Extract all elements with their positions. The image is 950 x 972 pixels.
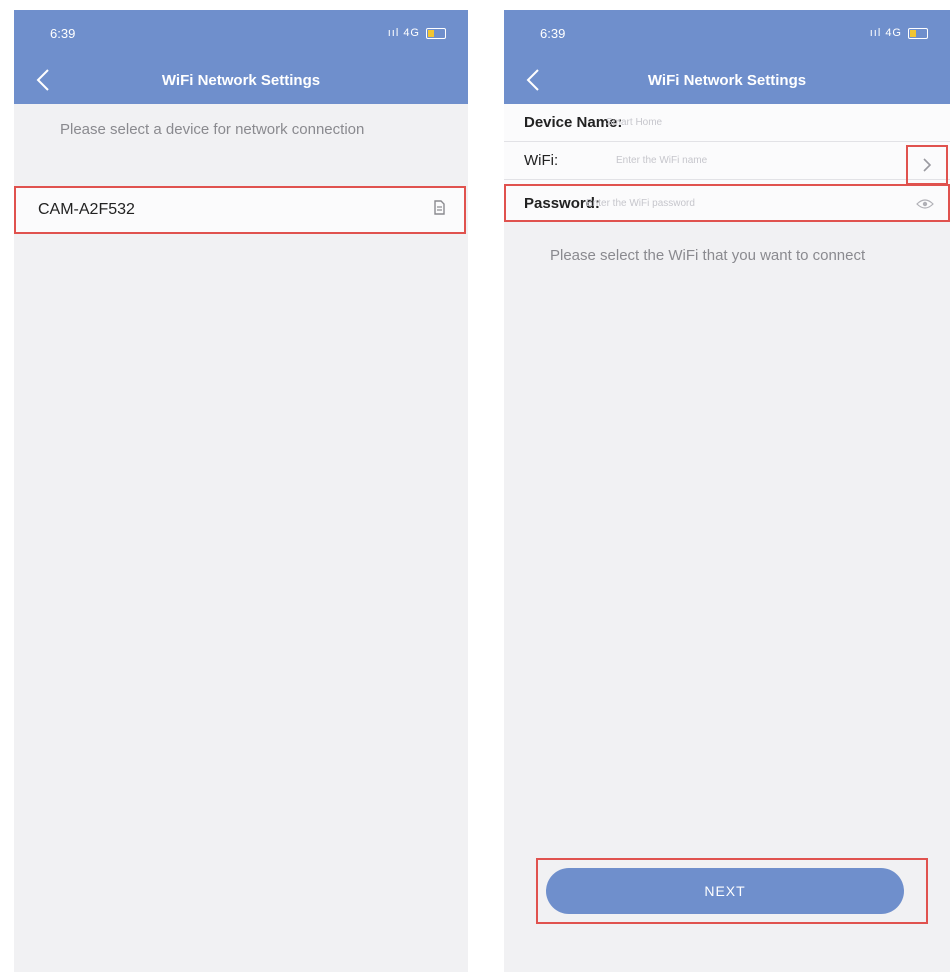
- password-input[interactable]: [584, 196, 788, 210]
- battery-icon: [426, 27, 446, 39]
- signal-icon: ııl 4G: [869, 27, 902, 39]
- back-button[interactable]: [32, 66, 56, 94]
- device-name-row: Device Name:: [504, 104, 950, 142]
- status-bar: 6:39 ııl 4G: [14, 10, 468, 56]
- file-icon: [432, 199, 446, 221]
- wifi-config-screen: 6:39 ııl 4G WiFi Network Settings Device…: [504, 10, 950, 972]
- wifi-name-input[interactable]: [614, 154, 818, 167]
- nav-bar: WiFi Network Settings: [14, 56, 468, 104]
- status-bar: 6:39 ııl 4G: [504, 10, 950, 56]
- wifi-row: WiFi:: [504, 142, 950, 185]
- page-title: WiFi Network Settings: [647, 71, 807, 89]
- device-list-item[interactable]: CAM-A2F532: [14, 186, 466, 234]
- wifi-select-button[interactable]: [906, 145, 948, 185]
- device-select-hint: Please select a device for network conne…: [60, 121, 365, 138]
- password-row: Password:: [504, 184, 950, 222]
- eye-icon[interactable]: [916, 197, 934, 215]
- chevron-right-icon: [923, 158, 932, 172]
- wifi-form: Device Name: WiFi: Password:: [504, 104, 950, 222]
- battery-icon: [908, 27, 928, 39]
- chevron-left-icon: [36, 69, 49, 91]
- status-indicators: ııl 4G: [870, 27, 928, 39]
- status-time: 6:39: [540, 25, 566, 41]
- next-button-highlight: NEXT: [536, 858, 928, 924]
- status-time: 6:39: [50, 25, 76, 41]
- status-indicators: ııl 4G: [388, 27, 446, 39]
- page-title: WiFi Network Settings: [161, 71, 321, 89]
- wifi-label: WiFi:: [524, 152, 559, 169]
- wifi-select-hint: Please select the WiFi that you want to …: [550, 247, 866, 264]
- signal-icon: ııl 4G: [387, 27, 420, 39]
- device-name-input[interactable]: [604, 116, 748, 129]
- chevron-left-icon: [526, 69, 539, 91]
- device-name: CAM-A2F532: [38, 201, 135, 218]
- nav-bar: WiFi Network Settings: [504, 56, 950, 104]
- back-button[interactable]: [522, 66, 546, 94]
- device-selection-screen: 6:39 ııl 4G WiFi Network Settings Please…: [14, 10, 468, 972]
- next-button[interactable]: NEXT: [546, 868, 904, 914]
